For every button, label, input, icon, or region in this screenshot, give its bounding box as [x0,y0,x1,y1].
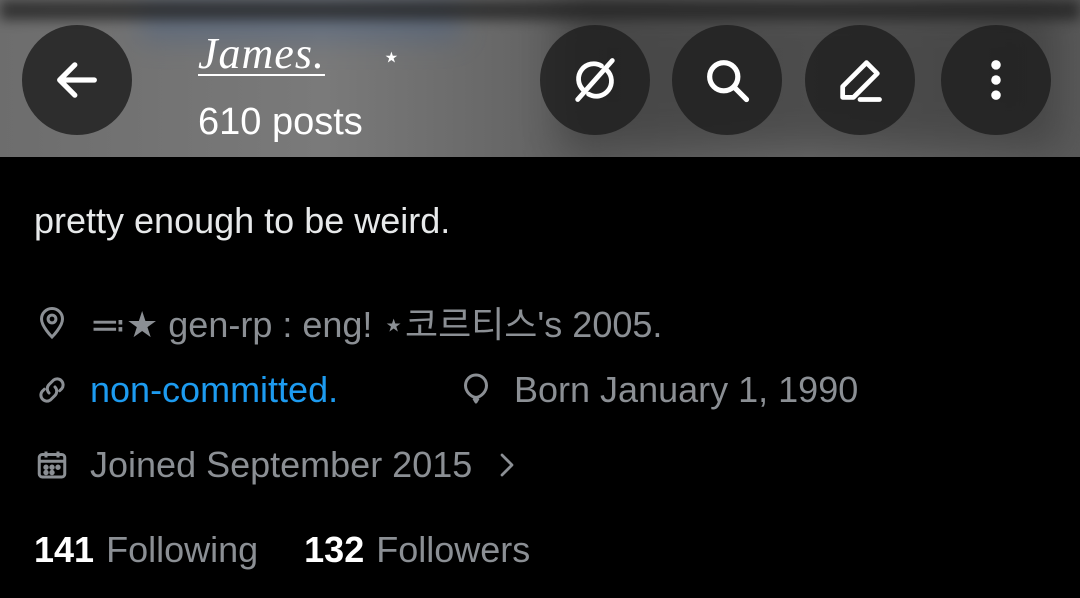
grok-icon [575,58,615,102]
joined-text: Joined September 2015 [90,444,473,485]
more-options-button[interactable] [941,25,1051,135]
edit-profile-button[interactable] [805,25,915,135]
profile-joined[interactable]: Joined September 2015 [34,444,540,486]
profile-location: ≕★ gen-rp : eng! ⋆코르티스's 2005. [34,296,662,348]
pen-icon [840,60,882,102]
calendar-icon [37,451,67,479]
profile-birthday: Born January 1, 1990 [458,369,858,411]
profile-website[interactable]: non-committed. [34,369,338,411]
location-text: ≕★ gen-rp : eng! ⋆코르티스's 2005. [90,304,663,345]
search-icon [707,60,750,103]
profile-header-banner: James. ⋆ 610 posts [0,0,1080,157]
follow-stats: 141 Following 132 Followers [34,529,530,571]
location-pin-icon [39,307,65,340]
more-vertical-icon [991,60,1001,100]
following-label: Following [106,529,259,570]
balloon-icon [464,373,488,404]
link-icon [39,377,65,403]
grok-button[interactable] [540,25,650,135]
post-count: 610 posts [198,101,363,143]
back-button[interactable] [22,25,132,135]
following-link[interactable]: 141 Following [34,529,258,571]
arrow-left-icon [57,62,97,98]
following-count: 141 [34,529,95,570]
search-button[interactable] [672,25,782,135]
profile-bio: pretty enough to be weird. [34,200,451,241]
followers-link[interactable]: 132 Followers [304,529,530,571]
followers-label: Followers [376,529,531,570]
followers-count: 132 [304,529,365,570]
chevron-right-icon [500,453,514,477]
website-link[interactable]: non-committed. [90,369,338,411]
banner-blur [0,0,1080,20]
profile-display-name: James. [198,29,325,78]
birthday-text: Born January 1, 1990 [514,369,859,410]
name-star: ⋆ [382,41,401,74]
